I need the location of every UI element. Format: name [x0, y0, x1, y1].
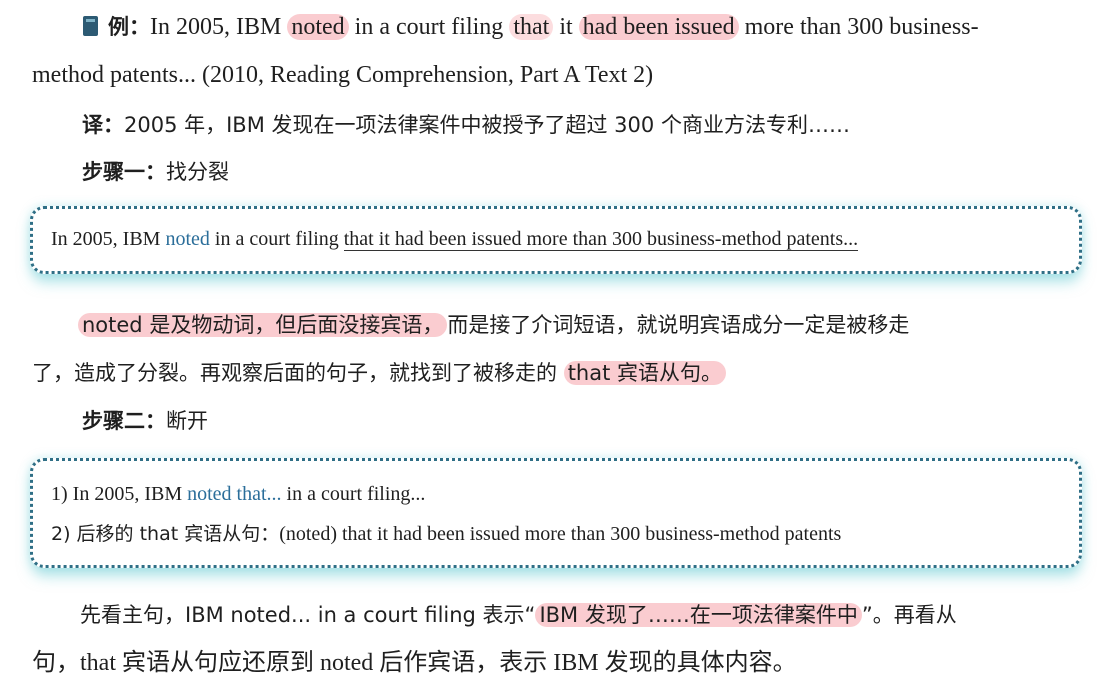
- step1-text: 找分裂: [166, 160, 229, 184]
- box2-row-2: 2) 后移的 that 宾语从句：(noted) that it had bee…: [51, 523, 842, 545]
- highlight-noted-explain: noted 是及物动词，但后面没接宾语，: [78, 313, 448, 337]
- summary-line-2: 句，that 宾语从句应还原到 noted 后作宾语，表示 IBM 发现的具体内…: [32, 650, 797, 676]
- translation-line: 译：2005 年，IBM 发现在一项法律案件中被授予了超过 300 个商业方法专…: [82, 108, 850, 142]
- highlight-that-clause: that 宾语从句。: [563, 361, 727, 385]
- step1-line: 步骤一：找分裂: [82, 155, 229, 189]
- explain-line-1: noted 是及物动词，但后面没接宾语， 而是接了介词短语，就说明宾语成分一定是被…: [78, 308, 909, 342]
- step2-label: 步骤二：: [82, 409, 166, 433]
- box2-noted-that: noted that...: [187, 483, 282, 505]
- highlight-ibm-found: IBM 发现了……在一项法律案件中: [535, 603, 862, 627]
- analysis-box-1: In 2005, IBM noted in a court filing tha…: [30, 206, 1082, 274]
- box2-row-1: 1) In 2005, IBM noted that... in a court…: [51, 483, 426, 505]
- box1-underlined-clause: that it had been issued more than 300 bu…: [343, 228, 859, 251]
- example-line-2: method patents... (2010, Reading Compreh…: [32, 62, 654, 88]
- highlight-that: that: [509, 14, 554, 40]
- step1-label: 步骤一：: [82, 160, 166, 184]
- translation-label: 译：: [82, 113, 124, 137]
- step2-line: 步骤二：断开: [82, 404, 208, 438]
- explain-line-2: 了，造成了分裂。再观察后面的句子，就找到了被移走的 that 宾语从句。: [32, 356, 727, 390]
- example-line-1: 例：In 2005, IBM noted in a court filing t…: [82, 10, 979, 44]
- summary-line-1: 先看主句，IBM noted... in a court filing 表示“ I…: [80, 603, 957, 627]
- highlight-noted: noted: [287, 14, 349, 40]
- step2-text: 断开: [166, 409, 208, 433]
- translation-text: 2005 年，IBM 发现在一项法律案件中被授予了超过 300 个商业方法专利……: [124, 113, 850, 137]
- box1-sentence: In 2005, IBM noted in a court filing tha…: [51, 228, 859, 251]
- highlight-had-been-issued: had been issued: [578, 14, 739, 40]
- analysis-box-2: 1) In 2005, IBM noted that... in a court…: [30, 458, 1082, 568]
- box1-noted: noted: [165, 228, 210, 250]
- example-label: 例：: [108, 15, 150, 39]
- book-icon: [83, 16, 98, 36]
